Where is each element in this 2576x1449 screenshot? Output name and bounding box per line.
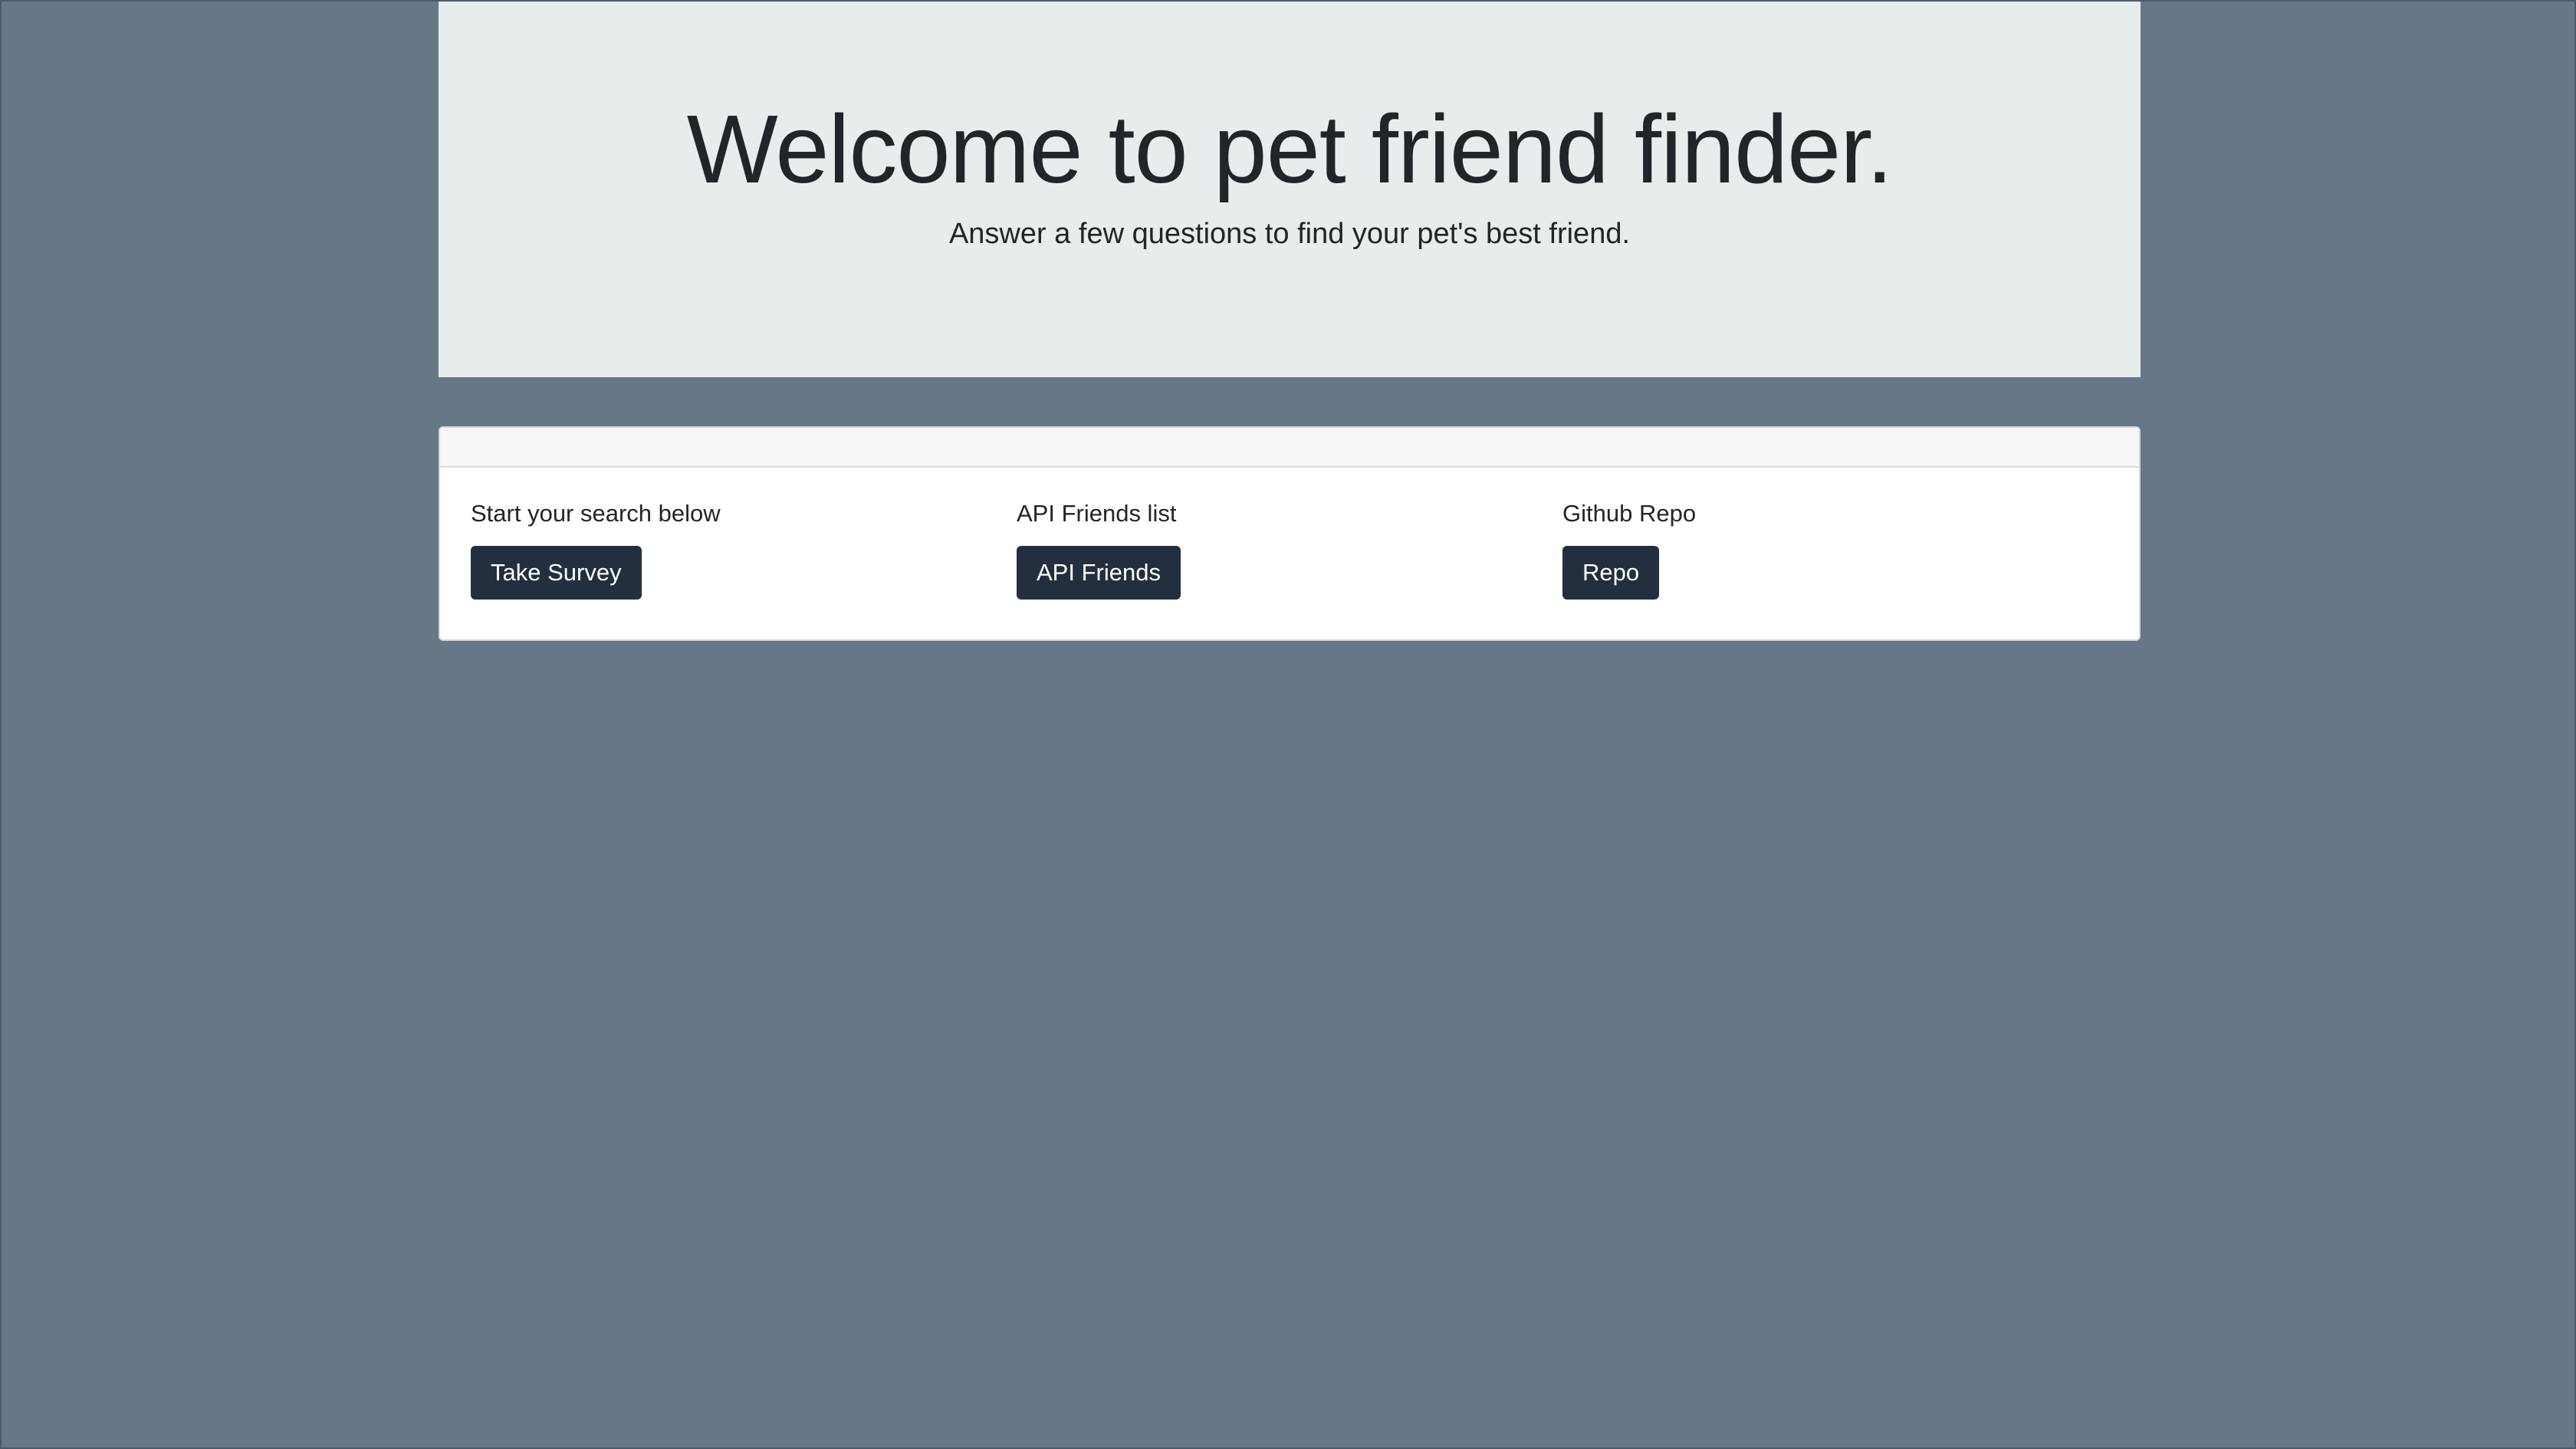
api-friends-button[interactable]: API Friends bbox=[1017, 546, 1181, 600]
page-subtitle: Answer a few questions to find your pet'… bbox=[948, 218, 1631, 250]
main-container: Welcome to pet friend finder. Answer a f… bbox=[439, 2, 2141, 641]
github-repo-column: Github Repo Repo bbox=[1562, 498, 2108, 600]
api-friends-column: API Friends list API Friends bbox=[1017, 498, 1562, 600]
links-card: Start your search below Take Survey API … bbox=[439, 426, 2141, 641]
survey-label: Start your search below bbox=[471, 500, 721, 527]
survey-column: Start your search below Take Survey bbox=[471, 498, 1017, 600]
card-header bbox=[440, 428, 2139, 468]
api-friends-label: API Friends list bbox=[1017, 500, 1177, 527]
hero-banner: Welcome to pet friend finder. Answer a f… bbox=[439, 2, 2141, 377]
repo-button[interactable]: Repo bbox=[1562, 546, 1660, 600]
github-repo-label: Github Repo bbox=[1562, 500, 1697, 527]
card-body: Start your search below Take Survey API … bbox=[440, 468, 2139, 600]
take-survey-button[interactable]: Take Survey bbox=[471, 546, 642, 600]
page-title: Welcome to pet friend finder. bbox=[686, 95, 1894, 203]
